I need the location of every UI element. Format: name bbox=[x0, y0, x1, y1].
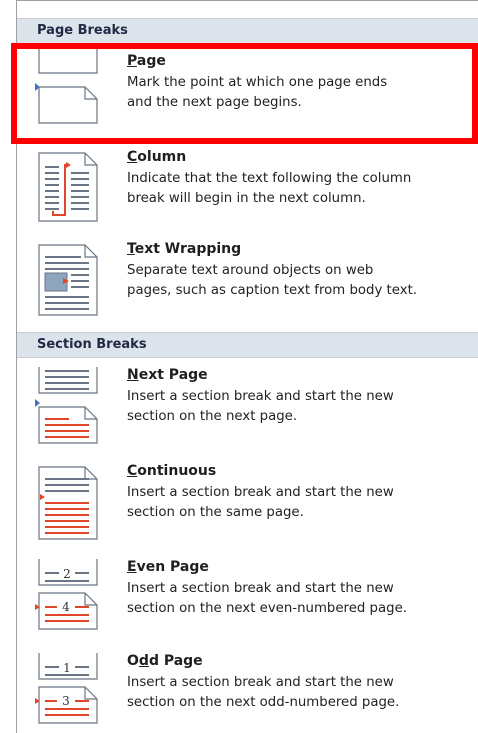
menu-item-page[interactable]: Page Mark the point at which one page en… bbox=[17, 49, 478, 145]
continuous-icon bbox=[38, 466, 98, 540]
menu-item-continuous[interactable]: Continuous Insert a section break and st… bbox=[17, 463, 478, 547]
page-breaks-header-label: Page Breaks bbox=[37, 23, 128, 38]
menu-item-even-page-title: Even Page bbox=[127, 559, 209, 575]
column-break-icon bbox=[38, 152, 98, 222]
menu-item-even-page-desc: Insert a section break and start the new… bbox=[127, 581, 407, 616]
page-break-icon bbox=[38, 49, 98, 124]
svg-text:3: 3 bbox=[62, 694, 70, 708]
menu-item-text-wrapping[interactable]: Text Wrapping Separate text around objec… bbox=[17, 241, 478, 325]
menu-item-odd-page[interactable]: 1 3 Odd Page Insert a section break and … bbox=[17, 653, 478, 733]
menu-item-text-wrapping-desc: Separate text around objects on web page… bbox=[127, 263, 418, 298]
menu-item-odd-page-desc: Insert a section break and start the new… bbox=[127, 675, 400, 710]
menu-item-page-desc: Mark the point at which one page ends an… bbox=[127, 75, 388, 110]
menu-item-column-desc: Indicate that the text following the col… bbox=[127, 171, 412, 206]
even-page-icon: 2 4 bbox=[35, 559, 98, 630]
breaks-menu: Page Breaks Page Mark the point at which… bbox=[16, 0, 478, 733]
menu-item-next-page-title: Next Page bbox=[127, 367, 208, 383]
odd-page-icon: 1 3 bbox=[35, 653, 98, 724]
svg-text:4: 4 bbox=[62, 600, 70, 614]
menu-item-page-title: Page bbox=[127, 53, 166, 69]
section-breaks-header: Section Breaks bbox=[17, 332, 478, 358]
menu-item-odd-page-title: Odd Page bbox=[127, 653, 203, 669]
menu-item-next-page[interactable]: Next Page Insert a section break and sta… bbox=[17, 367, 478, 457]
text-wrapping-icon bbox=[38, 244, 98, 316]
menu-item-continuous-desc: Insert a section break and start the new… bbox=[127, 485, 394, 520]
menu-item-continuous-title: Continuous bbox=[127, 463, 217, 479]
section-breaks-header-label: Section Breaks bbox=[37, 337, 147, 352]
menu-item-text-wrapping-title: Text Wrapping bbox=[127, 241, 242, 257]
page-breaks-header: Page Breaks bbox=[17, 18, 478, 44]
menu-item-even-page[interactable]: 2 4 Even Page Insert a section break and… bbox=[17, 559, 478, 643]
next-page-icon bbox=[38, 367, 98, 444]
menu-item-next-page-desc: Insert a section break and start the new… bbox=[127, 389, 394, 424]
menu-item-column-title: Column bbox=[127, 149, 187, 165]
menu-item-column[interactable]: Column Indicate that the text following … bbox=[17, 149, 478, 233]
svg-text:1: 1 bbox=[63, 661, 71, 675]
svg-text:2: 2 bbox=[63, 567, 71, 581]
